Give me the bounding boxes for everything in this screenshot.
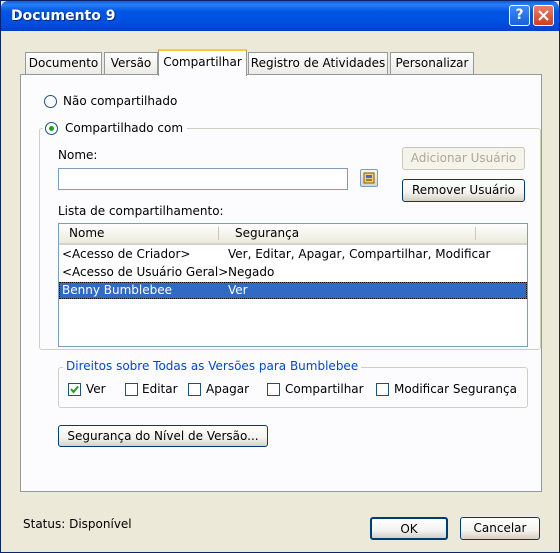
ver-checkbox[interactable] — [68, 383, 81, 396]
editar-label: Editar — [142, 382, 178, 396]
apagar-checkbox[interactable] — [188, 383, 201, 396]
compartilhar-label: Compartilhar — [285, 382, 364, 396]
modificar-seguranca-label: Modificar Segurança — [394, 382, 517, 396]
column-header-nome[interactable]: Nome — [69, 226, 104, 240]
shared-with-label: Compartilhado com — [65, 121, 184, 135]
ok-button[interactable]: OK — [370, 517, 448, 540]
row-security: Ver, Editar, Apagar, Compartilhar, Modif… — [228, 247, 491, 261]
list-row[interactable]: <Acesso de Usuário Geral> Negado — [59, 264, 527, 281]
apagar-label: Apagar — [206, 382, 250, 396]
sharing-list-label: Lista de compartilhamento: — [58, 204, 224, 218]
remove-user-button[interactable]: Remover Usuário — [402, 179, 525, 202]
row-name: <Acesso de Usuário Geral> — [62, 265, 229, 279]
sharing-list[interactable]: Nome Segurança <Acesso de Criador> Ver, … — [58, 223, 528, 347]
dialog-window: Documento 9 ? Documento Versão Compartil… — [0, 0, 560, 553]
compartilhar-checkbox[interactable] — [267, 383, 280, 396]
column-divider[interactable] — [218, 227, 219, 240]
row-name: Benny Bumblebee — [62, 283, 172, 297]
radio-dot — [49, 126, 54, 131]
shared-with-option: Compartilhado com — [43, 120, 188, 136]
row-name: <Acesso de Criador> — [62, 247, 191, 261]
rights-group-title: Direitos sobre Todas as Versões para Bum… — [63, 359, 362, 373]
column-header-seguranca[interactable]: Segurança — [235, 226, 299, 240]
status-text: Status: Disponível — [23, 517, 132, 531]
shared-with-radio[interactable] — [45, 122, 58, 135]
address-book-button[interactable] — [360, 169, 378, 187]
not-shared-radio[interactable] — [44, 95, 57, 108]
list-row[interactable]: <Acesso de Criador> Ver, Editar, Apagar,… — [59, 246, 527, 263]
name-input[interactable] — [58, 168, 348, 190]
list-header: Nome Segurança — [59, 224, 527, 245]
version-security-button[interactable]: Segurança do Nível de Versão... — [58, 425, 268, 447]
column-divider[interactable] — [475, 227, 476, 240]
add-user-button[interactable]: Adicionar Usuário — [402, 147, 525, 170]
checkmark-icon — [70, 385, 79, 394]
list-row-selected[interactable]: Benny Bumblebee Ver — [59, 282, 527, 299]
address-book-icon — [363, 172, 375, 184]
row-security: Ver — [228, 283, 248, 297]
editar-checkbox[interactable] — [125, 383, 138, 396]
not-shared-label: Não compartilhado — [63, 94, 178, 108]
name-label: Nome: — [58, 148, 98, 162]
modificar-seguranca-checkbox[interactable] — [376, 383, 389, 396]
ver-label: Ver — [86, 382, 106, 396]
cancel-button[interactable]: Cancelar — [460, 517, 540, 540]
row-security: Negado — [228, 265, 275, 279]
